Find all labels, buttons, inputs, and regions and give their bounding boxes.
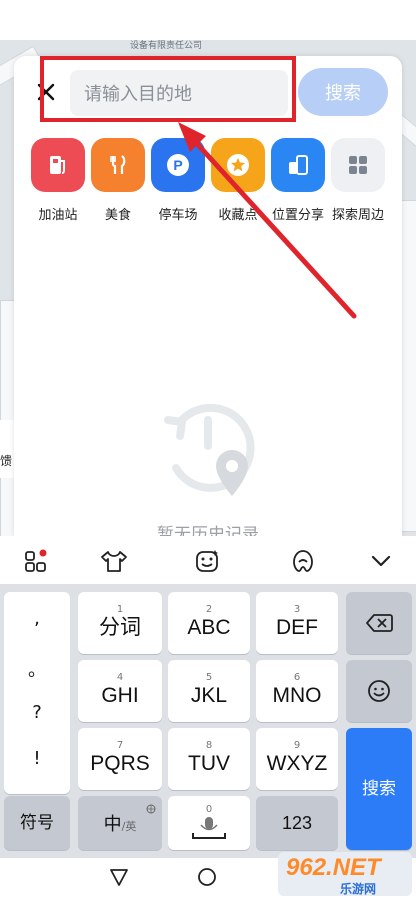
home-icon[interactable] [196,866,218,892]
emoji-sticker-icon[interactable] [194,548,220,574]
symbol-key[interactable]: 符号 [4,796,70,850]
back-icon[interactable] [108,866,130,892]
key-2[interactable]: 2 ABC [168,592,250,654]
skin-shirt-icon[interactable] [100,548,127,574]
punct-key-exclaim[interactable]: ! [4,748,70,769]
key-8[interactable]: 8 TUV [168,728,250,790]
punct-key-period[interactable]: 。 [4,656,70,682]
mic-space-icon [192,817,226,839]
key-6[interactable]: 6 MNO [256,660,338,722]
lang-main: 中 [103,814,122,835]
backspace-icon [366,614,393,632]
key-4[interactable]: 4 GHI [78,660,162,722]
key-5[interactable]: 5 JKL [168,660,250,722]
punct-key-question[interactable]: ? [4,702,70,723]
assistant-icon[interactable] [290,548,316,574]
numeric-key[interactable]: 123 [256,796,338,850]
smiley-icon [368,680,390,702]
backspace-key[interactable] [346,592,412,654]
apps-grid-icon[interactable] [24,548,50,574]
globe-icon [146,799,156,818]
watermark-subtext: 乐游网 [340,882,377,896]
space-key[interactable]: 0 [168,796,250,850]
language-switch-key[interactable]: 中 /英 [78,796,162,850]
chevron-down-icon[interactable] [368,548,394,574]
key-1[interactable]: 1 分词 [78,592,162,654]
punctuation-column[interactable]: , 。 ? ! [4,592,70,794]
watermark-text: 962.NET [286,854,381,881]
key-7[interactable]: 7 PQRS [78,728,162,790]
key-9[interactable]: 9 WXYZ [256,728,338,790]
emoji-key[interactable] [346,660,412,722]
key-3[interactable]: 3 DEF [256,592,338,654]
lang-sub: /英 [121,820,137,833]
punct-key-comma[interactable]: , [4,608,70,629]
enter-search-key[interactable]: 搜索 [346,728,412,850]
